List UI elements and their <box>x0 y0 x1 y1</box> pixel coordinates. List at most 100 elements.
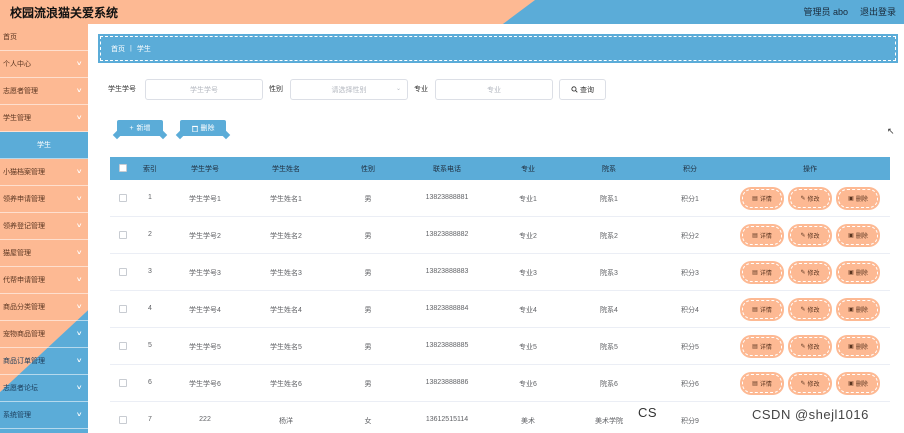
row-checkbox[interactable] <box>119 379 127 387</box>
sidebar-item[interactable]: 宠物商品管理 ∨ <box>0 321 88 348</box>
delete-button-label: 删除 <box>855 308 868 314</box>
sidebar-item[interactable]: 小猫档案管理 ∨ <box>0 159 88 186</box>
row-checkbox[interactable] <box>119 342 127 350</box>
detail-button[interactable]: ▤ 详情 <box>742 300 782 319</box>
edit-button[interactable]: ✎ 修改 <box>790 263 830 282</box>
cell-points: 积分9 <box>681 418 699 425</box>
cell-index: 1 <box>148 194 152 201</box>
sidebar-item[interactable]: 猫屋管理 ∨ <box>0 240 88 267</box>
app-root: 校园流浪猫关爱系统 管理员 abo 退出登录 首页 个人中心 ∨ 志愿者管理 ∨ 学生管理… <box>0 0 904 433</box>
cell-dept: 院系3 <box>600 270 618 277</box>
cell-phone: 13823888886 <box>425 379 469 386</box>
cell-points: 积分1 <box>681 196 699 203</box>
sidebar-item[interactable]: 志愿者论坛 ∨ <box>0 375 88 402</box>
cell-index: 4 <box>148 305 152 312</box>
trash-icon: ▣ <box>848 196 854 202</box>
cell-phone: 13823888882 <box>425 231 469 238</box>
cell-points: 积分5 <box>681 344 699 351</box>
detail-button[interactable]: ▤ 详情 <box>742 374 782 393</box>
trash-icon: ▣ <box>848 344 854 350</box>
cell-id: 学生学号5 <box>189 344 221 351</box>
pencil-icon: ✎ <box>800 344 806 350</box>
delete-button-label: 删除 <box>855 234 868 240</box>
table-row: 5 学生学号5 学生姓名5 男 13823888885 专业5 院系5 积分5 ▤ 详情 ✎ 修改 ▣ 删… <box>110 328 890 365</box>
watermark-left: CS <box>638 405 658 420</box>
batch-delete-button[interactable]: 删除 <box>180 120 226 136</box>
cell-points: 积分2 <box>681 233 699 240</box>
sidebar-item[interactable]: 个人中心 ∨ <box>0 51 88 78</box>
edit-button[interactable]: ✎ 修改 <box>790 189 830 208</box>
delete-button[interactable]: ▣ 删除 <box>838 374 878 393</box>
sidebar-item[interactable]: 系统管理 ∨ <box>0 402 88 429</box>
detail-button-label: 详情 <box>759 382 772 388</box>
detail-button-label: 详情 <box>759 345 772 351</box>
edit-button[interactable]: ✎ 修改 <box>790 337 830 356</box>
row-checkbox[interactable] <box>119 268 127 276</box>
delete-button[interactable]: ▣ 删除 <box>838 337 878 356</box>
table-header: 索引 学生学号 学生姓名 性别 联系电话 专业 院系 积分 操作 <box>110 157 890 180</box>
cell-major: 专业2 <box>519 233 537 240</box>
cell-id: 学生学号4 <box>189 307 221 314</box>
delete-button[interactable]: ▣ 删除 <box>838 226 878 245</box>
cell-name: 学生姓名6 <box>270 381 302 388</box>
breadcrumb-home[interactable]: 首页 <box>111 44 125 54</box>
student-id-input[interactable]: 学生学号 <box>145 79 263 100</box>
row-checkbox[interactable] <box>119 231 127 239</box>
table-row: 3 学生学号3 学生姓名3 男 13823888883 专业3 院系3 积分3 ▤ 详情 ✎ 修改 ▣ 删… <box>110 254 890 291</box>
column-header: 性别 <box>361 166 375 173</box>
column-header: 操作 <box>803 166 817 173</box>
row-checkbox[interactable] <box>119 194 127 202</box>
major-input[interactable]: 专业 <box>435 79 553 100</box>
delete-button[interactable]: ▣ 删除 <box>838 189 878 208</box>
add-button[interactable]: + 新增 <box>117 120 163 136</box>
breadcrumb-separator: | <box>130 45 132 52</box>
delete-button[interactable]: ▣ 删除 <box>838 263 878 282</box>
logout-link[interactable]: 退出登录 <box>860 5 896 18</box>
cell-name: 学生姓名2 <box>270 233 302 240</box>
edit-button[interactable]: ✎ 修改 <box>790 374 830 393</box>
edit-button[interactable]: ✎ 修改 <box>790 226 830 245</box>
cell-index: 5 <box>148 342 152 349</box>
cell-dept: 院系5 <box>600 344 618 351</box>
edit-button[interactable]: ✎ 修改 <box>790 300 830 319</box>
cell-dept: 院系6 <box>600 381 618 388</box>
sidebar-item[interactable]: 商品分类管理 ∨ <box>0 294 88 321</box>
delete-button-label: 删除 <box>855 345 868 351</box>
detail-button[interactable]: ▤ 详情 <box>742 189 782 208</box>
sidebar-item-label: 学生管理 <box>3 115 31 122</box>
sidebar-item[interactable]: 学生管理 ∨ <box>0 105 88 132</box>
sidebar-item-label: 领养申请管理 <box>3 196 45 203</box>
query-button[interactable]: 查询 <box>559 79 606 100</box>
edit-button-label: 修改 <box>807 197 820 203</box>
cell-major: 美术 <box>521 418 535 425</box>
cell-id: 学生学号2 <box>189 233 221 240</box>
sidebar-item[interactable]: 学生 <box>0 132 88 159</box>
detail-button[interactable]: ▤ 详情 <box>742 226 782 245</box>
detail-button[interactable]: ▤ 详情 <box>742 337 782 356</box>
column-header: 专业 <box>521 166 535 173</box>
column-header: 索引 <box>143 166 157 173</box>
row-checkbox[interactable] <box>119 416 127 424</box>
header-user-area: 管理员 abo 退出登录 <box>803 5 896 18</box>
document-icon: ▤ <box>752 381 758 387</box>
cell-name: 学生姓名5 <box>270 344 302 351</box>
cell-gender: 男 <box>364 233 372 240</box>
sidebar-item-label: 志愿者论坛 <box>3 385 38 392</box>
gender-select[interactable]: 请选择性别 ⌄ <box>290 79 408 100</box>
sidebar-item[interactable]: 领养申请管理 ∨ <box>0 186 88 213</box>
row-checkbox[interactable] <box>119 305 127 313</box>
sidebar-item[interactable]: 代帮申请管理 ∨ <box>0 267 88 294</box>
sidebar-item[interactable]: 领养登记管理 ∨ <box>0 213 88 240</box>
delete-button[interactable]: ▣ 删除 <box>838 300 878 319</box>
sidebar-item[interactable]: 首页 <box>0 24 88 51</box>
select-all-checkbox[interactable] <box>119 164 127 172</box>
cell-name: 杨洋 <box>279 418 293 425</box>
breadcrumb-current: 学生 <box>136 45 151 53</box>
detail-button[interactable]: ▤ 详情 <box>742 263 782 282</box>
sidebar-item-label: 学生 <box>37 142 51 149</box>
sidebar-item-label: 小猫档案管理 <box>3 169 45 176</box>
sidebar-item[interactable]: 商品订单管理 ∨ <box>0 348 88 375</box>
trash-icon: ▣ <box>848 307 854 313</box>
sidebar-item[interactable]: 志愿者管理 ∨ <box>0 78 88 105</box>
cell-gender: 男 <box>364 270 372 277</box>
